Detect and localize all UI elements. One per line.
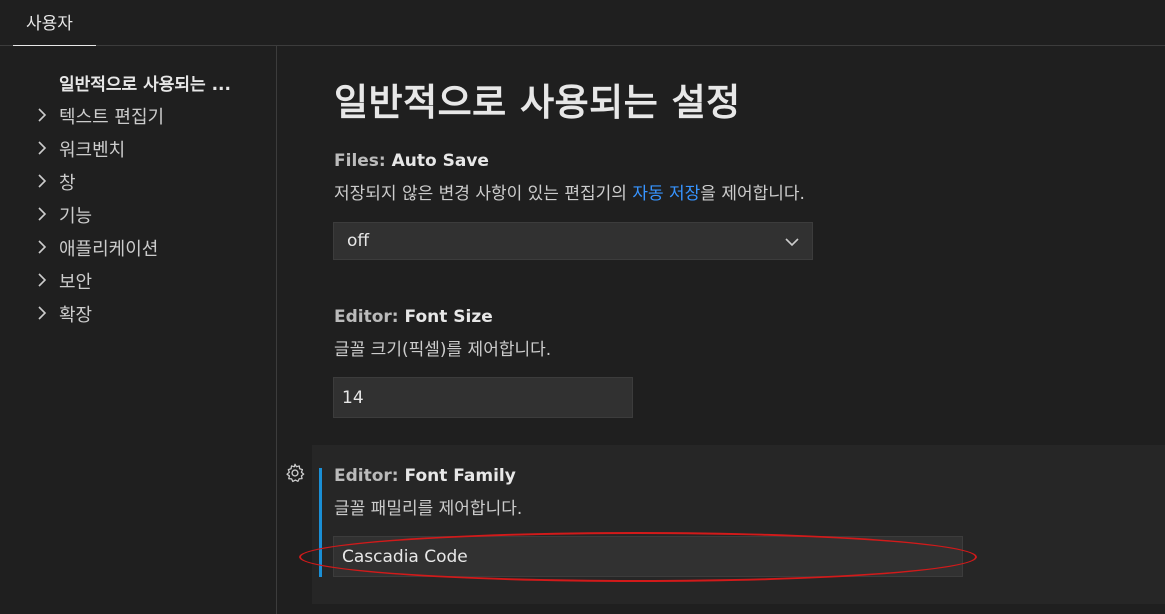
setting-title: Editor: Font Family: [334, 466, 1134, 486]
settings-editor: 사용자 일반적으로 사용되는 ... 텍스트 편집기 워크벤치 창 기능 애플리…: [0, 0, 1165, 614]
toc-item-application[interactable]: 애플리케이션: [0, 233, 276, 263]
description-text: 저장되지 않은 변경 사항이 있는 편집기의: [334, 184, 633, 204]
toc-item-label: 창: [59, 173, 76, 194]
setting-category: Editor:: [334, 307, 405, 327]
toc-item-label: 애플리케이션: [59, 239, 159, 260]
setting-title: Files: Auto Save: [334, 151, 1134, 171]
auto-save-select[interactable]: off: [333, 222, 813, 260]
scope-bar: 사용자: [0, 0, 1165, 46]
toc-item-label: 보안: [59, 272, 93, 293]
setting-description: 저장되지 않은 변경 사항이 있는 편집기의 자동 저장을 제어합니다.: [334, 179, 1134, 204]
setting-category: Editor:: [334, 466, 405, 486]
chevron-right-icon: [38, 273, 47, 287]
chevron-right-icon: [38, 306, 47, 320]
chevron-right-icon: [38, 141, 47, 155]
toc-item-window[interactable]: 창: [0, 167, 276, 197]
description-text: 을 제어합니다.: [700, 184, 805, 204]
toc-item-workbench[interactable]: 워크벤치: [0, 134, 276, 164]
chevron-right-icon: [38, 174, 47, 188]
chevron-right-icon: [38, 108, 47, 122]
setting-auto-save: Files: Auto Save 저장되지 않은 변경 사항이 있는 편집기의 …: [334, 151, 1134, 204]
toc-item-text-editor[interactable]: 텍스트 편집기: [0, 101, 276, 131]
toc-item-extensions[interactable]: 확장: [0, 299, 276, 329]
setting-description: 글꼴 패밀리를 제어합니다.: [334, 499, 523, 519]
page-title: 일반적으로 사용되는 설정: [334, 81, 741, 124]
chevron-right-icon: [38, 207, 47, 221]
chevron-right-icon: [38, 240, 47, 254]
settings-toc: 일반적으로 사용되는 ... 텍스트 편집기 워크벤치 창 기능 애플리케이션 …: [0, 46, 277, 614]
toc-item-features[interactable]: 기능: [0, 200, 276, 230]
toc-item-label: 확장: [59, 305, 93, 326]
setting-title: Editor: Font Size: [334, 307, 1134, 327]
tab-user[interactable]: 사용자: [13, 0, 96, 46]
toc-item-commonly-used[interactable]: 일반적으로 사용되는 ...: [0, 68, 276, 98]
settings-main: 일반적으로 사용되는 설정 Files: Auto Save 저장되지 않은 변…: [278, 46, 1165, 614]
setting-category: Files:: [334, 151, 392, 171]
chevron-down-icon: [785, 238, 799, 247]
toc-item-security[interactable]: 보안: [0, 266, 276, 296]
focus-indicator: [319, 468, 322, 577]
toc-item-label: 일반적으로 사용되는 ...: [59, 75, 231, 95]
setting-name: Font Size: [404, 307, 493, 327]
auto-save-link[interactable]: 자동 저장: [632, 184, 700, 204]
setting-name: Auto Save: [391, 151, 489, 171]
font-family-input[interactable]: Cascadia Code: [333, 536, 963, 577]
toc-item-label: 기능: [59, 206, 93, 227]
select-value: off: [347, 231, 370, 251]
font-size-input[interactable]: 14: [333, 377, 633, 418]
setting-name: Font Family: [404, 466, 516, 486]
gear-icon[interactable]: [284, 462, 306, 484]
toc-item-label: 워크벤치: [59, 140, 126, 161]
setting-description: 글꼴 크기(픽셀)를 제어합니다.: [334, 340, 552, 360]
setting-font-family: Editor: Font Family 글꼴 패밀리를 제어합니다.: [334, 466, 1134, 519]
setting-font-size: Editor: Font Size 글꼴 크기(픽셀)를 제어합니다.: [334, 307, 1134, 360]
toc-item-label: 텍스트 편집기: [59, 107, 165, 128]
